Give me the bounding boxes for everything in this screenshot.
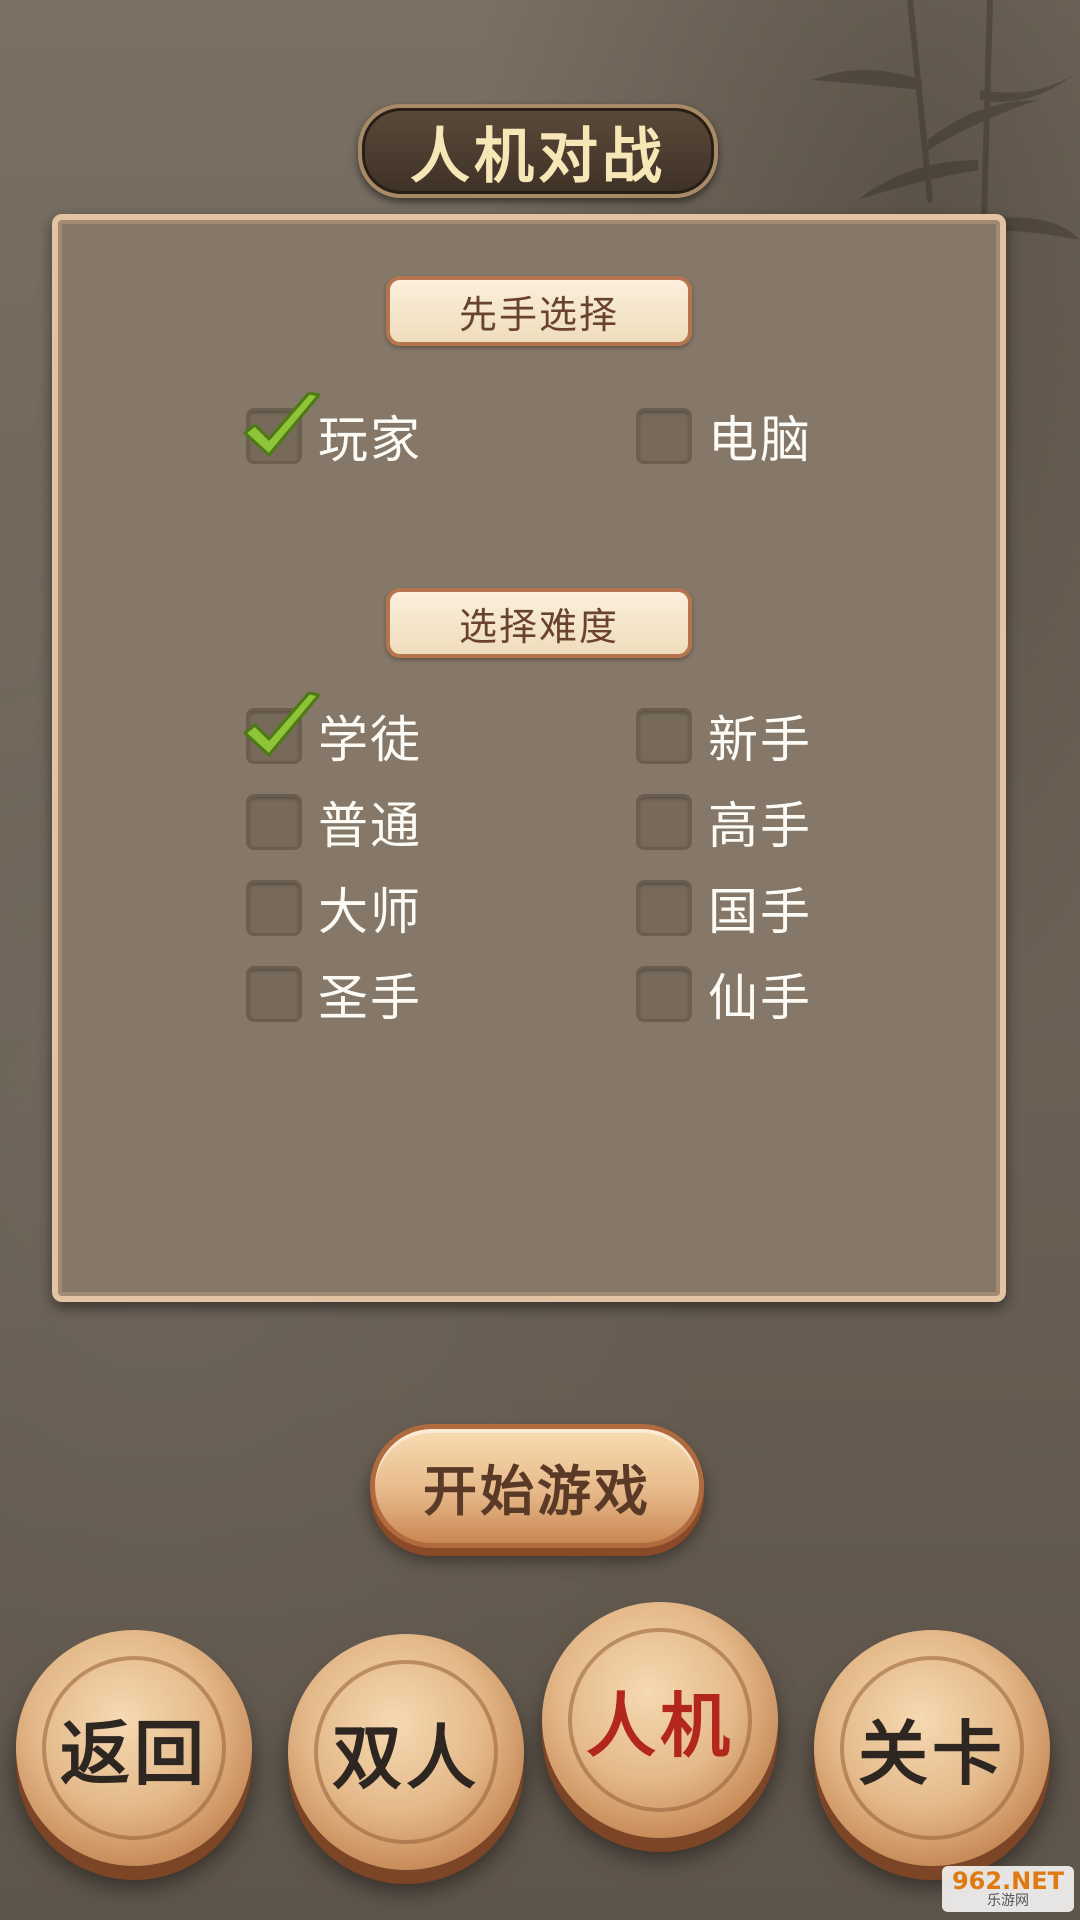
checkbox[interactable] [636,408,692,464]
check-icon [243,391,321,457]
checkbox[interactable] [246,880,302,936]
option-label: 圣手 [318,969,422,1027]
difficulty-section-label: 选择难度 [386,588,692,658]
difficulty-option-national[interactable]: 国手 [636,876,812,941]
option-label: 普通 [318,797,422,855]
difficulty-option-immortal[interactable]: 仙手 [636,962,812,1027]
checkbox[interactable] [636,966,692,1022]
first-move-option-player[interactable]: 玩家 [243,391,422,469]
nav-label: 关卡 [858,1712,1006,1795]
option-label: 大师 [318,883,422,941]
settings-panel: 先手选择 玩家 电脑 选择难度 学徒 新手 普通 高手 大师 国手 圣手 仙手 [52,214,1006,1302]
checkbox[interactable] [636,708,692,764]
difficulty-option-saint[interactable]: 圣手 [246,962,422,1027]
checkbox[interactable] [246,794,302,850]
watermark-logo: 962.NET 乐游网 [942,1866,1074,1912]
nav-label: 返回 [60,1712,208,1795]
checkbox[interactable] [636,794,692,850]
nav-label: 双人 [332,1716,480,1799]
difficulty-option-apprentice[interactable]: 学徒 [243,691,422,769]
page-title-plaque: 人机对战 [358,104,718,198]
difficulty-label: 选择难度 [458,604,619,649]
option-label: 电脑 [708,411,812,469]
nav-back-button[interactable]: 返回 [16,1630,252,1866]
nav-levels-button[interactable]: 关卡 [814,1630,1050,1866]
nav-vs-ai-button[interactable]: 人机 [542,1602,778,1838]
checkbox[interactable] [246,966,302,1022]
checkbox[interactable] [636,880,692,936]
first-move-option-computer[interactable]: 电脑 [636,404,812,469]
option-label: 新手 [708,711,812,769]
difficulty-option-novice[interactable]: 新手 [636,704,812,769]
checkbox[interactable] [243,691,321,764]
checkbox[interactable] [243,391,321,464]
page-title: 人机对战 [410,121,666,192]
nav-label: 人机 [586,1684,734,1767]
difficulty-option-normal[interactable]: 普通 [246,790,422,855]
option-label: 高手 [708,797,812,855]
first-move-section-label: 先手选择 [386,276,692,346]
start-game-label: 开始游戏 [423,1459,651,1523]
difficulty-option-expert[interactable]: 高手 [636,790,812,855]
start-game-button[interactable]: 开始游戏 [370,1424,704,1548]
difficulty-option-master[interactable]: 大师 [246,876,422,941]
watermark-brand: 962.NET [951,1867,1065,1895]
first-move-label: 先手选择 [458,292,619,337]
option-label: 国手 [708,883,812,941]
check-icon [243,691,321,757]
option-label: 玩家 [318,411,422,469]
option-label: 仙手 [708,969,812,1027]
option-label: 学徒 [318,711,422,769]
watermark-sub: 乐游网 [987,1893,1029,1909]
nav-two-player-button[interactable]: 双人 [288,1634,524,1870]
